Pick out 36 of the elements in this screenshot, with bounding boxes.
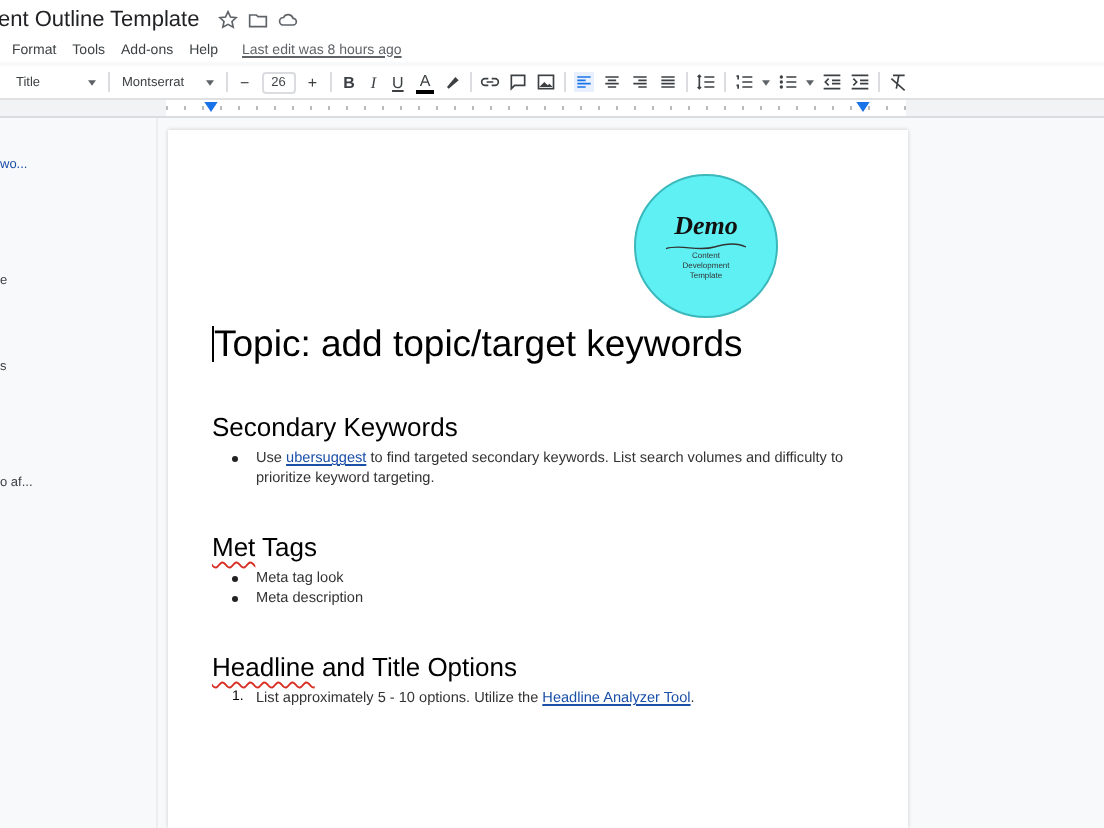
align-icon[interactable] bbox=[602, 72, 623, 92]
line-spacing-icon[interactable] bbox=[696, 72, 717, 92]
text-cursor bbox=[212, 326, 214, 362]
image-icon[interactable] bbox=[536, 72, 557, 92]
highlighter-icon[interactable] bbox=[442, 72, 463, 92]
increase-size-button[interactable]: + bbox=[303, 70, 322, 94]
align-icon[interactable] bbox=[630, 72, 651, 92]
section-heading: Headline and Title Options bbox=[212, 652, 517, 682]
document-title-heading: Topic: add topic/target keywords bbox=[214, 322, 743, 366]
bullet-icon bbox=[232, 575, 238, 581]
caret-icon[interactable] bbox=[806, 79, 815, 85]
align-icon[interactable] bbox=[574, 72, 595, 92]
cloud-icon[interactable] bbox=[277, 9, 298, 29]
caret-icon bbox=[88, 79, 96, 85]
bullet-icon bbox=[232, 595, 238, 601]
numbered-list-icon[interactable] bbox=[734, 72, 755, 92]
text-color-button[interactable]: A bbox=[415, 71, 435, 93]
italic-button[interactable]: I bbox=[366, 70, 381, 94]
bulleted-list-icon[interactable] bbox=[778, 72, 799, 92]
star-icon[interactable] bbox=[217, 9, 238, 29]
section-heading: Met Tags bbox=[212, 532, 318, 562]
increase-indent-icon[interactable] bbox=[850, 72, 871, 92]
underline-button[interactable]: U bbox=[388, 70, 408, 94]
decrease-indent-icon[interactable] bbox=[822, 72, 843, 92]
section-heading: Secondary Keywords bbox=[212, 412, 458, 442]
logo-title: Demo bbox=[674, 210, 738, 243]
decrease-size-button[interactable]: − bbox=[236, 70, 254, 94]
align-icon[interactable] bbox=[658, 72, 679, 92]
caret-icon[interactable] bbox=[762, 79, 771, 85]
bold-button[interactable]: B bbox=[339, 70, 359, 94]
folder-icon[interactable] bbox=[247, 9, 268, 29]
caret-icon bbox=[206, 79, 214, 85]
clear-formatting-icon[interactable] bbox=[888, 72, 909, 92]
bullet-icon bbox=[232, 455, 238, 461]
comment-icon[interactable] bbox=[508, 72, 529, 92]
link-icon[interactable] bbox=[480, 72, 501, 92]
